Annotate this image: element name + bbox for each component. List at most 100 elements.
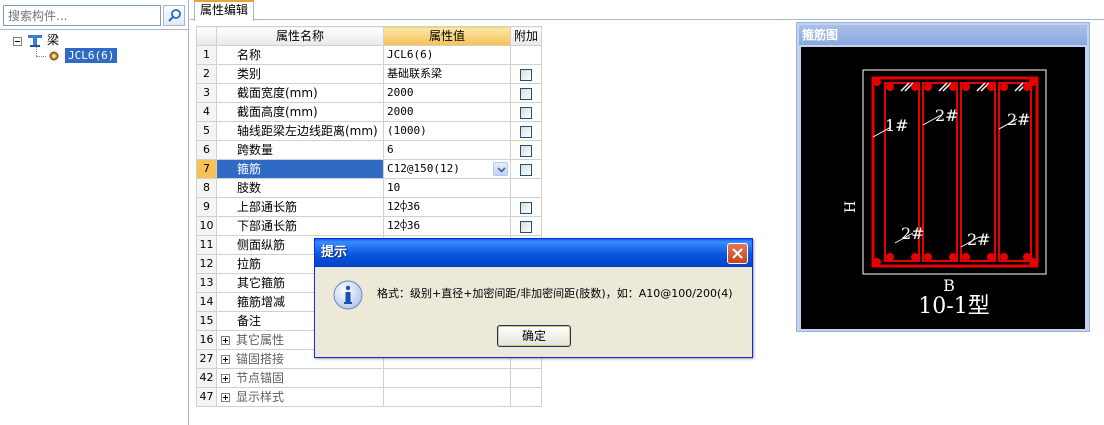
group-label: 节点锚固 [236,371,285,385]
extra-checkbox[interactable] [520,144,532,157]
property-group[interactable]: 显示样式 [216,387,384,407]
extra-checkbox[interactable] [520,106,532,119]
row-number: 3 [196,83,217,103]
header-extra[interactable]: 附加 [510,26,542,46]
property-row[interactable]: 5 轴线距梁左边线距离(mm) (1000) [196,121,542,141]
header-num [196,26,217,46]
extra-cell [510,64,542,84]
property-value[interactable]: 2000 [383,83,511,103]
property-value[interactable]: 12⌽36 [383,216,511,236]
property-row[interactable]: 4 截面高度(mm) 2000 [196,102,542,122]
extra-cell [510,159,542,179]
section-outline [862,69,1047,275]
property-row[interactable]: 8 肢数 10 [196,178,542,198]
row-number: 8 [196,178,217,198]
tree-connector [36,56,46,57]
label-2c: 2# [901,224,925,243]
label-h: H [843,201,859,213]
property-name: 类别 [216,64,384,84]
expand-icon[interactable] [221,336,230,345]
property-row[interactable]: 2 类别 基础联系梁 [196,64,542,84]
extra-cell [510,216,542,236]
row-number: 42 [196,368,217,388]
property-value-combo[interactable]: C12@150(12) [383,159,511,179]
expand-icon[interactable] [221,374,230,383]
property-name: 跨数量 [216,140,384,160]
label-b: B [943,276,955,295]
property-value[interactable]: 10 [383,178,511,198]
row-number: 11 [196,235,217,255]
property-name: 肢数 [216,178,384,198]
row-number: 27 [196,349,217,369]
row-number: 9 [196,197,217,217]
tree-connector [36,47,37,56]
row-number: 5 [196,121,217,141]
grid-header-row: 属性名称 属性值 附加 [196,26,542,46]
beam-icon [27,33,43,52]
dialog-close-button[interactable] [727,243,748,264]
component-gear-icon [48,50,60,65]
extra-cell [510,102,542,122]
property-name: 上部通长筋 [216,197,384,217]
extra-cell [510,178,542,198]
extra-cell [510,121,542,141]
property-row[interactable]: 1 名称 JCL6(6) [196,45,542,65]
property-value[interactable]: 基础联系梁 [383,64,511,84]
header-value[interactable]: 属性值 [383,26,511,46]
extra-checkbox[interactable] [520,201,532,214]
stirrup-diagram: 1# 2# 2# 2# 2# H B 10-1型 [843,69,1047,319]
property-value[interactable]: JCL6(6) [383,45,511,65]
extra-checkbox[interactable] [520,163,532,176]
dialog-titlebar[interactable]: 提示 [315,239,752,267]
property-row[interactable]: 9 上部通长筋 12⌽36 [196,197,542,217]
extra-checkbox[interactable] [520,68,532,81]
search-button[interactable] [163,5,185,26]
property-value[interactable]: (1000) [383,121,511,141]
property-group-row[interactable]: 42 节点锚固 [196,368,542,388]
header-name[interactable]: 属性名称 [216,26,384,46]
property-group[interactable]: 节点锚固 [216,368,384,388]
search-input[interactable] [3,5,161,26]
tab-strip: 属性编辑 [190,0,1104,21]
stirrup-diagram-panel: 箍筋图 1# 2# 2# 2# 2# H B 10-1型 [796,22,1090,332]
extra-checkbox[interactable] [520,220,532,233]
property-value[interactable]: 12⌽36 [383,197,511,217]
property-value[interactable]: 2000 [383,102,511,122]
extra-checkbox[interactable] [520,125,532,138]
group-label: 其它属性 [236,333,285,347]
row-number: 13 [196,273,217,293]
tree-node-beam[interactable]: 梁 [47,33,59,47]
row-number: 2 [196,64,217,84]
extra-checkbox[interactable] [520,87,532,100]
property-row[interactable]: 7 箍筋 C12@150(12) [196,159,542,179]
tree-collapse-toggle[interactable] [13,37,22,46]
property-row[interactable]: 3 截面宽度(mm) 2000 [196,83,542,103]
ok-button[interactable]: 确定 [497,325,571,347]
row-number: 15 [196,311,217,331]
workspace: 属性编辑 属性名称 属性值 附加 1 名称 JCL6(6) 2 类别 基础联系梁 3 截面宽度… [190,0,1104,425]
property-row[interactable]: 10 下部通长筋 12⌽36 [196,216,542,236]
property-value[interactable]: 6 [383,140,511,160]
group-label: 显示样式 [236,390,285,404]
extra-cell [510,197,542,217]
label-type: 10-1型 [918,294,989,319]
property-name: 下部通长筋 [216,216,384,236]
bottom-bars [873,253,1037,266]
extra-cell [510,368,542,388]
row-number: 6 [196,140,217,160]
chevron-down-icon[interactable] [493,162,508,176]
extra-cell [510,140,542,160]
expand-icon[interactable] [221,355,230,364]
top-bars [873,78,1037,91]
label-2d: 2# [967,230,991,249]
expand-icon[interactable] [221,393,230,402]
property-name: 截面高度(mm) [216,102,384,122]
property-value [383,387,511,407]
property-group-row[interactable]: 47 显示样式 [196,387,542,407]
dialog-message: 格式：级别+直径+加密间距/非加密间距(肢数)，如：A10@100/200(4) [377,287,733,300]
row-number: 16 [196,330,217,350]
tab-property-edit[interactable]: 属性编辑 [194,0,254,21]
property-name: 轴线距梁左边线距离(mm) [216,121,384,141]
property-row[interactable]: 6 跨数量 6 [196,140,542,160]
tree-node-jcl6[interactable]: JCL6(6) [65,48,118,63]
